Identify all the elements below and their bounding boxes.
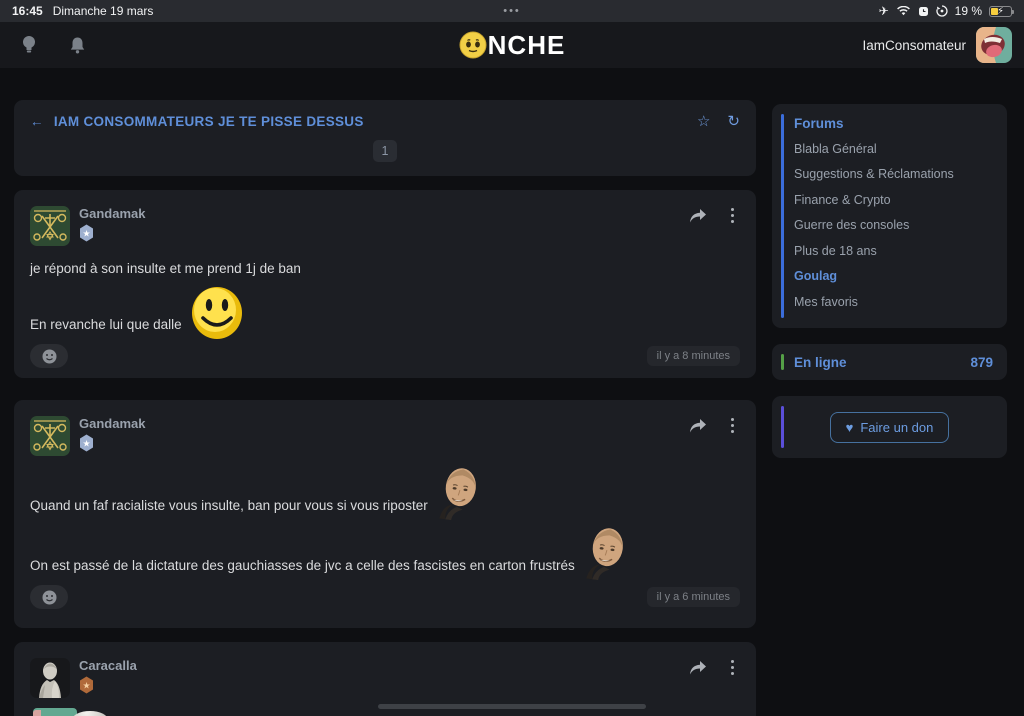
forums-panel-title: Forums: [794, 116, 1007, 131]
sidebar-item-mes-favoris[interactable]: Mes favoris: [794, 289, 1007, 315]
wifi-icon: [896, 6, 911, 17]
reaction-smiley-icon: [42, 590, 57, 605]
gandamak-avatar-icon: [30, 206, 70, 246]
profile-avatar[interactable]: [976, 27, 1012, 63]
share-icon[interactable]: [689, 208, 707, 224]
app-header: NCHE IamConsomateur: [0, 22, 1024, 68]
sidebar-item-plus-de-18-ans[interactable]: Plus de 18 ans: [794, 238, 1007, 264]
back-arrow-icon[interactable]: ←: [30, 114, 44, 129]
post-username[interactable]: Gandamak: [79, 416, 145, 431]
svg-text:★: ★: [82, 439, 90, 449]
pagination: 1: [30, 140, 740, 162]
online-accent-bar: [781, 354, 784, 370]
forums-panel: Forums Blabla Général Suggestions & Récl…: [772, 104, 1007, 328]
gandamak-avatar-icon: [30, 416, 70, 456]
share-icon[interactable]: [689, 418, 707, 434]
status-bar: 16:45 Dimanche 19 mars ••• ✈ 19 % ⚡: [0, 0, 1024, 22]
thread-title[interactable]: IAM CONSOMMATEURS JE TE PISSE DESSUS: [54, 114, 364, 129]
avatar[interactable]: [30, 416, 70, 456]
lightbulb-icon: [21, 35, 37, 55]
share-icon[interactable]: [689, 660, 707, 676]
avatar[interactable]: [30, 658, 70, 698]
online-count: 879: [970, 355, 993, 370]
post-card: Gandamak ★ Quand un faf racialiste vous …: [14, 400, 756, 628]
post-timestamp: il y a 6 minutes: [647, 587, 740, 607]
rotation-lock-icon: [936, 5, 948, 17]
rank-badge-icon: ★: [79, 676, 94, 694]
post-text: En revanche lui que dalle: [30, 317, 182, 332]
thread-header-card: ← IAM CONSOMMATEURS JE TE PISSE DESSUS ☆…: [14, 100, 756, 176]
online-label: En ligne: [794, 355, 847, 370]
svg-text:★: ★: [82, 681, 90, 691]
smiley-sticker-image: [191, 286, 243, 341]
airplane-mode-icon: ✈: [879, 4, 889, 18]
alarm-icon: [918, 6, 929, 17]
add-reaction-button[interactable]: [30, 585, 68, 609]
theme-bulb-button[interactable]: [12, 28, 46, 62]
page-number-button[interactable]: 1: [373, 140, 397, 162]
rank-badge-icon: ★: [79, 434, 94, 452]
bell-icon: [69, 36, 86, 55]
post-timestamp: il y a 8 minutes: [647, 346, 740, 366]
battery-percent: 19 %: [955, 4, 982, 18]
donation-panel: ♥ Faire un don: [772, 396, 1007, 458]
post-username[interactable]: Gandamak: [79, 206, 145, 221]
zidane-head-image: [431, 462, 486, 524]
sidebar-item-finance-crypto[interactable]: Finance & Crypto: [794, 187, 1007, 213]
sidebar-item-goulag[interactable]: Goulag: [794, 264, 1007, 290]
donate-button[interactable]: ♥ Faire un don: [830, 412, 950, 443]
post-menu-kebab-icon[interactable]: [729, 658, 736, 677]
sidebar-item-blabla-general[interactable]: Blabla Général: [794, 136, 1007, 162]
donate-button-label: Faire un don: [860, 420, 933, 435]
notifications-button[interactable]: [60, 28, 94, 62]
post-text: Quand un faf racialiste vous insulte, ba…: [30, 498, 428, 513]
forums-accent-bar: [781, 114, 784, 318]
post-card: Gandamak ★ je répond à son insulte et me…: [14, 190, 756, 378]
sidebar-item-suggestions-reclamations[interactable]: Suggestions & Réclamations: [794, 162, 1007, 188]
heart-icon: ♥: [846, 420, 854, 435]
post-username[interactable]: Caracalla: [79, 658, 137, 673]
current-username[interactable]: IamConsomateur: [862, 38, 966, 53]
thread-title-row: ← IAM CONSOMMATEURS JE TE PISSE DESSUS: [30, 114, 364, 129]
mouth-tongue-avatar-icon: [976, 27, 1012, 63]
home-indicator[interactable]: [378, 704, 646, 709]
svg-text:★: ★: [82, 229, 90, 239]
zidane-head-image: [578, 522, 633, 584]
battery-charging-icon: ⚡: [989, 6, 1012, 17]
logo-text: NCHE: [488, 30, 566, 61]
post-text: je répond à son insulte et me prend 1j d…: [30, 261, 301, 276]
post-sticker-image: [33, 710, 41, 716]
post-menu-kebab-icon[interactable]: [729, 416, 736, 435]
multitask-dots-icon: •••: [0, 5, 1024, 17]
refresh-icon[interactable]: ↻: [727, 112, 740, 130]
rank-badge-icon: ★: [79, 224, 94, 242]
donation-accent-bar: [781, 406, 784, 448]
favorite-star-icon[interactable]: ☆: [697, 112, 710, 130]
add-reaction-button[interactable]: [30, 344, 68, 368]
online-panel: En ligne 879: [772, 344, 1007, 380]
caracalla-bust-avatar-icon: [30, 658, 70, 698]
post-text: On est passé de la dictature des gauchia…: [30, 558, 575, 573]
post-sticker-image: [72, 711, 108, 716]
reaction-smiley-icon: [42, 349, 57, 364]
onche-smiley-icon: [459, 31, 487, 59]
post-menu-kebab-icon[interactable]: [729, 206, 736, 225]
sidebar-item-guerre-des-consoles[interactable]: Guerre des consoles: [794, 213, 1007, 239]
avatar[interactable]: [30, 206, 70, 246]
